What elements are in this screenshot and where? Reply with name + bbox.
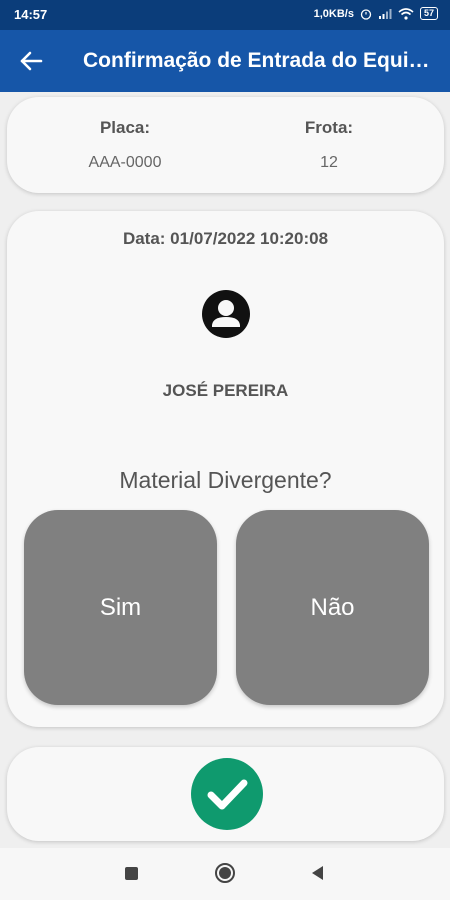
arrow-back-icon[interactable]	[16, 45, 48, 77]
placa-label: Placa:	[99, 118, 151, 137]
frota-value: 12	[320, 154, 338, 171]
entry-date: Data: 01/07/2022 10:20:08	[122, 229, 329, 248]
no-button[interactable]: Não	[236, 510, 429, 705]
placa-value: AAA-0000	[88, 154, 162, 171]
divergence-question: Material Divergente?	[119, 467, 332, 493]
frota-label: Frota:	[304, 118, 354, 137]
page-title: Confirmação de Entrada do Equipamento	[83, 49, 433, 72]
confirm-button[interactable]	[191, 758, 263, 830]
vehicle-info-card: Placa: AAA-0000 Frota: 12	[7, 97, 444, 193]
no-button-label: Não	[310, 593, 355, 621]
alarm-icon	[360, 8, 372, 20]
status-icons: 1,0KB/s 57	[314, 7, 438, 20]
network-speed: 1,0KB/s	[313, 7, 354, 20]
yes-button-label: Sim	[99, 593, 142, 621]
status-time: 14:57	[14, 7, 48, 22]
confirm-card	[7, 747, 444, 841]
yes-button[interactable]: Sim	[24, 510, 217, 705]
status-bar: 14:57 1,0KB/s 57	[0, 0, 450, 30]
system-nav-bar	[0, 848, 450, 900]
person-name: JOSÉ PEREIRA	[162, 381, 289, 400]
triangle-back-icon[interactable]	[309, 864, 327, 882]
account-circle-icon	[202, 290, 250, 338]
frota-block: Frota: 12	[229, 97, 429, 172]
circle-icon[interactable]	[214, 862, 236, 884]
placa-block: Placa: AAA-0000	[25, 97, 225, 172]
check-icon	[207, 779, 248, 810]
signal-icon	[378, 8, 392, 19]
entry-details-card: Data: 01/07/2022 10:20:08 JOSÉ PEREIRA M…	[7, 211, 444, 727]
square-icon[interactable]	[125, 867, 138, 880]
battery-indicator: 57	[419, 7, 438, 20]
app-bar: Confirmação de Entrada do Equipamento	[0, 30, 450, 92]
wifi-icon	[398, 7, 414, 20]
